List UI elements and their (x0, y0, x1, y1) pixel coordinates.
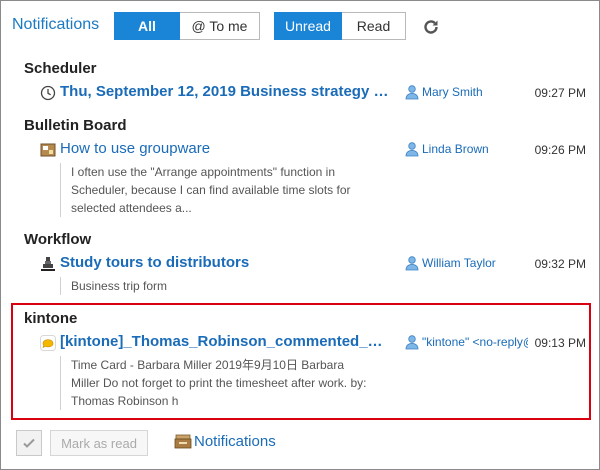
sender-name[interactable]: Linda Brown (422, 142, 489, 156)
page-title: Notifications (12, 16, 100, 33)
check-icon (23, 438, 35, 448)
group-workflow: Workflow Study tours to distributors Wil… (24, 231, 586, 295)
notification-row: [kintone]_Thomas_Robinson_commented_on_t… (24, 332, 586, 354)
notification-subject-link[interactable]: Study tours to distributors (60, 254, 390, 271)
clock-icon (40, 85, 56, 101)
bulletin-board-icon (40, 143, 56, 157)
sender[interactable]: Linda Brown (404, 141, 528, 157)
notification-preview: I often use the "Arrange appointments" f… (60, 163, 370, 217)
sender[interactable]: Mary Smith (404, 84, 528, 100)
user-icon (405, 335, 419, 350)
sender-name[interactable]: Mary Smith (422, 85, 483, 99)
user-icon (405, 142, 419, 157)
notification-subject-link[interactable]: Thu, September 12, 2019 Business strateg… (60, 83, 390, 100)
filter-unread-button[interactable]: Unread (274, 12, 342, 40)
sender-name[interactable]: William Taylor (422, 256, 496, 270)
group-kintone: kintone [kintone]_Thomas_Robinson_commen… (24, 310, 586, 410)
group-title: Bulletin Board (24, 117, 127, 134)
notifications-tray-icon (174, 434, 192, 449)
filter-all-button[interactable]: All (114, 12, 180, 40)
select-all-checkbox[interactable] (16, 430, 42, 456)
notification-preview: Time Card - Barbara Miller 2019年9月10日 Ba… (60, 356, 370, 410)
footer: Mark as read Notifications (16, 428, 576, 458)
header: Notifications All @ To me Unread Read (12, 12, 588, 42)
notification-row: Study tours to distributors William Tayl… (24, 253, 586, 275)
workflow-stamp-icon (41, 257, 55, 271)
sender-name[interactable]: "kintone" <no-reply@kintone.com> (422, 335, 528, 349)
notification-time: 09:32 PM (534, 257, 586, 271)
sender[interactable]: William Taylor (404, 255, 528, 271)
notification-row: How to use groupware Linda Brown 09:26 P… (24, 139, 586, 161)
group-title: Workflow (24, 231, 92, 248)
group-bulletin-board: Bulletin Board How to use groupware Lind… (24, 117, 586, 217)
refresh-icon[interactable] (422, 18, 440, 36)
group-scheduler: Scheduler Thu, September 12, 2019 Busine… (24, 60, 586, 104)
filter-to-me-button[interactable]: @ To me (180, 12, 260, 40)
notifications-link[interactable]: Notifications (174, 432, 276, 450)
kintone-icon (40, 335, 56, 351)
notification-time: 09:13 PM (534, 336, 586, 350)
sender[interactable]: "kintone" <no-reply@kintone.com> (404, 334, 528, 350)
notification-subject-link[interactable]: [kintone]_Thomas_Robinson_commented_on_t… (60, 333, 390, 350)
notification-subject-link[interactable]: How to use groupware (60, 140, 390, 157)
notifications-link-label[interactable]: Notifications (194, 433, 276, 450)
user-icon (405, 256, 419, 271)
notification-time: 09:26 PM (534, 143, 586, 157)
filter-read-button[interactable]: Read (342, 12, 406, 40)
group-title: kintone (24, 310, 78, 327)
group-title: Scheduler (24, 60, 97, 77)
notification-time: 09:27 PM (534, 86, 586, 100)
read-status-filter: Unread Read (274, 12, 406, 40)
user-icon (405, 85, 419, 100)
notification-preview: Business trip form (60, 277, 370, 295)
recipient-filter: All @ To me (114, 12, 260, 40)
mark-as-read-button[interactable]: Mark as read (50, 430, 148, 456)
notification-row: Thu, September 12, 2019 Business strateg… (24, 82, 586, 104)
